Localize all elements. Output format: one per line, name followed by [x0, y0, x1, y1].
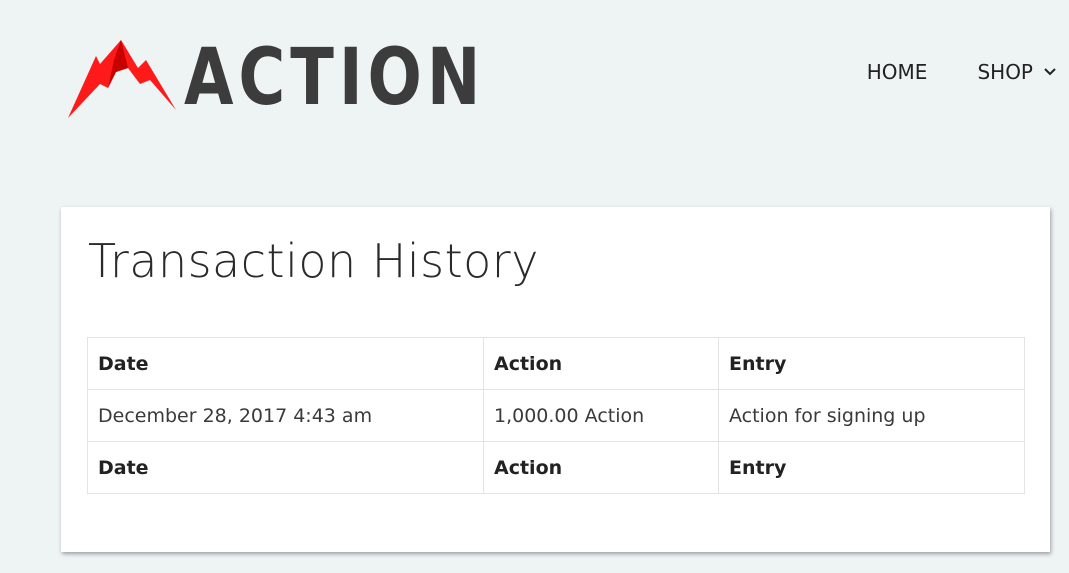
cell-date: December 28, 2017 4:43 am [87, 389, 484, 442]
cell-entry: Action for signing up [718, 389, 1025, 442]
main-nav: HOME SHOP [867, 60, 1057, 84]
column-footer-entry: Entry [718, 441, 1025, 494]
nav-item-shop[interactable]: SHOP [977, 60, 1057, 84]
transaction-history-card: Transaction History Date Action Entry De… [61, 207, 1050, 552]
column-header-date: Date [87, 337, 484, 390]
table-header-row: Date Action Entry [87, 337, 1025, 390]
site-logo[interactable]: ACTION [66, 36, 480, 120]
table-footer-row: Date Action Entry [87, 441, 1025, 494]
column-header-entry: Entry [718, 337, 1025, 390]
nav-item-label: HOME [866, 60, 928, 84]
table-row: December 28, 2017 4:43 am 1,000.00 Actio… [87, 389, 1025, 442]
transaction-table: Date Action Entry December 28, 2017 4:43… [87, 337, 1025, 494]
page-title: Transaction History [88, 234, 539, 288]
nav-item-label: SHOP [977, 60, 1033, 84]
site-header: ACTION HOME SHOP [0, 0, 1069, 150]
column-header-action: Action [483, 337, 719, 390]
cell-action: 1,000.00 Action [483, 389, 719, 442]
chevron-down-icon [1044, 68, 1056, 76]
mountain-logo-icon [68, 40, 176, 118]
column-footer-date: Date [87, 441, 484, 494]
brand-name: ACTION [184, 33, 486, 123]
nav-item-home[interactable]: HOME [867, 60, 928, 84]
column-footer-action: Action [483, 441, 719, 494]
